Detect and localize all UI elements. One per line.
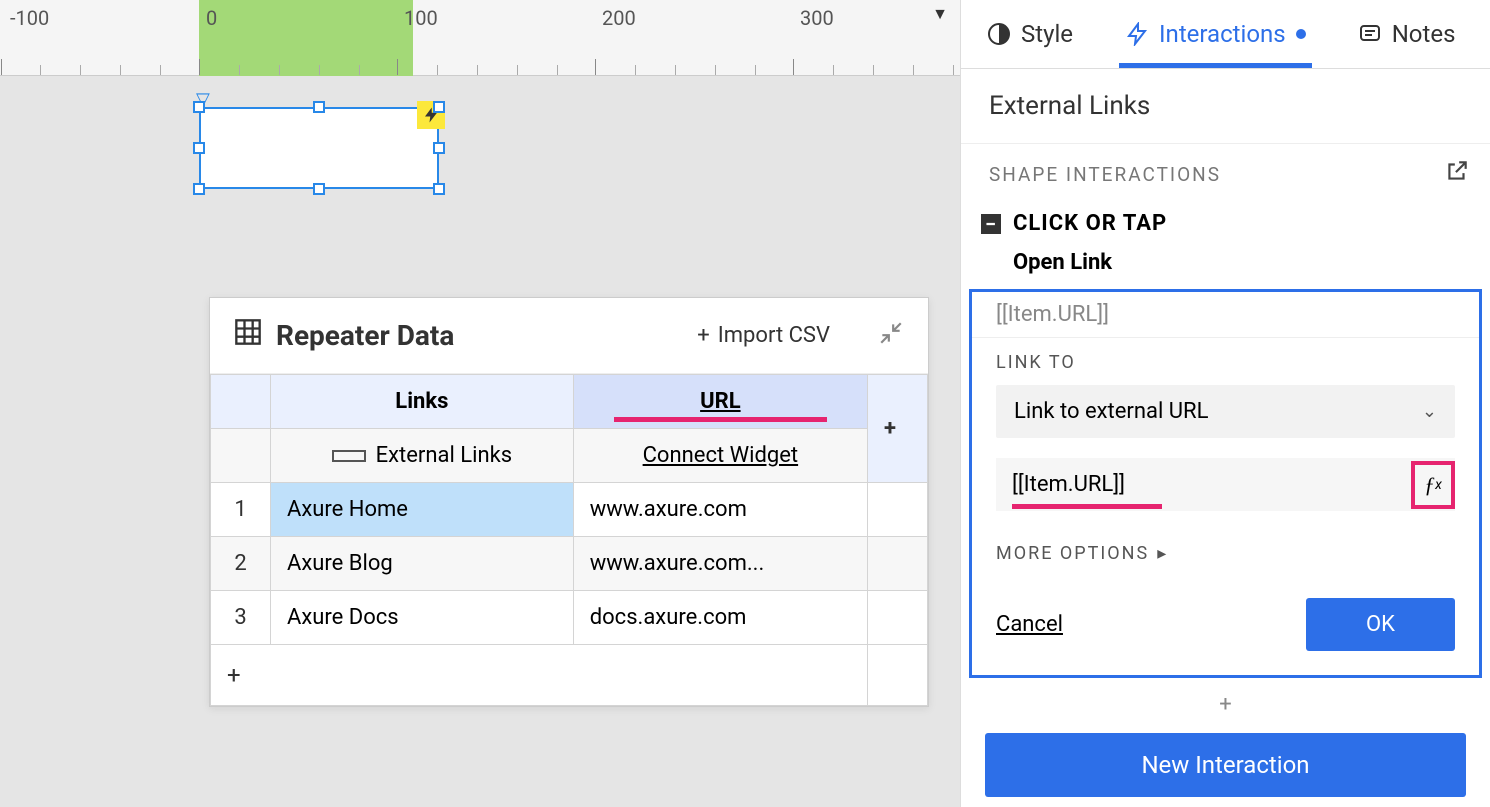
ruler: -100 0 100 200 300 (0, 0, 960, 76)
cancel-button[interactable]: Cancel (996, 612, 1063, 637)
empty-cell (868, 591, 928, 645)
tab-style[interactable]: Style (981, 0, 1079, 68)
ruler-tick-label: 100 (404, 6, 438, 30)
resize-handle[interactable] (433, 142, 445, 154)
ruler-tick-label: 0 (206, 6, 217, 30)
add-row-button[interactable]: + (211, 645, 868, 706)
canvas-menu-dropdown-icon[interactable]: ▼ (932, 4, 948, 24)
highlight-underline (614, 417, 827, 422)
highlight-underline (1012, 504, 1162, 509)
more-options-label: MORE OPTIONS (996, 543, 1149, 564)
panel-tabs: Style Interactions Notes (961, 0, 1490, 69)
shape-interactions-label: SHAPE INTERACTIONS (989, 163, 1221, 186)
chevron-down-icon: ⌄ (1422, 401, 1437, 422)
row-number[interactable]: 2 (211, 537, 271, 591)
resize-handle[interactable] (193, 142, 205, 154)
row-number[interactable]: 3 (211, 591, 271, 645)
add-action-button[interactable]: + (961, 686, 1490, 723)
action-open-link[interactable]: Open Link (961, 242, 1490, 283)
tab-interactions-label: Interactions (1159, 20, 1286, 48)
cell-url[interactable]: docs.axure.com (573, 591, 867, 645)
inspector-panel: Style Interactions Notes External Links … (960, 0, 1490, 807)
link-to-label: LINK TO (972, 338, 1479, 379)
empty-cell (868, 645, 928, 706)
resize-handle[interactable] (193, 183, 205, 195)
collapse-icon[interactable] (878, 320, 904, 352)
action-summary: [[Item.URL]] (972, 292, 1479, 338)
action-editor: [[Item.URL]] LINK TO Link to external UR… (969, 289, 1482, 678)
event-label: CLICK OR TAP (1013, 211, 1167, 236)
canvas-area: -100 0 100 200 300 ▼ ▽ (0, 0, 960, 807)
tab-style-label: Style (1021, 20, 1073, 48)
empty-cell (868, 483, 928, 537)
row-number[interactable]: 1 (211, 483, 271, 537)
more-options-toggle[interactable]: MORE OPTIONS ▸ (972, 519, 1479, 572)
link-to-value: Link to external URL (1014, 399, 1208, 424)
ruler-tick-label: 300 (800, 6, 834, 30)
repeater-title: Repeater Data (234, 318, 454, 353)
column-header-url[interactable]: URL (573, 375, 867, 429)
ok-button[interactable]: OK (1306, 598, 1455, 651)
connect-widget-button[interactable]: Connect Widget (573, 429, 867, 483)
ruler-tick-label: -100 (10, 6, 49, 30)
resize-handle[interactable] (193, 101, 205, 113)
link-to-select[interactable]: Link to external URL ⌄ (996, 385, 1455, 438)
resize-handle[interactable] (313, 101, 325, 113)
table-corner (211, 375, 271, 429)
cell-url[interactable]: www.axure.com... (573, 537, 867, 591)
cell-links[interactable]: Axure Docs (271, 591, 574, 645)
widget-name-title: External Links (961, 69, 1490, 144)
grid-icon (234, 318, 262, 353)
plus-icon: + (697, 323, 709, 348)
tab-interactions[interactable]: Interactions (1119, 0, 1312, 68)
collapse-event-icon[interactable]: − (981, 214, 1001, 234)
tab-notes-label: Notes (1392, 20, 1456, 48)
resize-handle[interactable] (313, 183, 325, 195)
widget-binding-links[interactable]: External Links (271, 429, 574, 483)
cell-links[interactable]: Axure Blog (271, 537, 574, 591)
fx-button[interactable]: ƒx (1411, 461, 1455, 509)
chevron-right-icon: ▸ (1157, 543, 1168, 564)
selected-widget[interactable]: ▽ (199, 107, 439, 189)
add-column-button[interactable]: + (868, 375, 928, 483)
import-csv-label: Import CSV (718, 323, 830, 348)
tab-notes[interactable]: Notes (1352, 0, 1462, 68)
cell-links[interactable]: Axure Home (271, 483, 574, 537)
resize-handle[interactable] (433, 101, 445, 113)
import-csv-button[interactable]: + Import CSV (697, 323, 830, 348)
cell-url[interactable]: www.axure.com (573, 483, 867, 537)
ruler-tick-label: 200 (602, 6, 636, 30)
event-click-or-tap[interactable]: − CLICK OR TAP (961, 205, 1490, 242)
active-indicator-dot-icon (1296, 29, 1306, 39)
repeater-data-panel: Repeater Data + Import CSV Links URL + E… (209, 297, 929, 707)
table-corner (211, 429, 271, 483)
widget-rectangle[interactable] (199, 107, 439, 189)
new-interaction-button[interactable]: New Interaction (985, 733, 1466, 797)
column-header-links[interactable]: Links (271, 375, 574, 429)
repeater-table: Links URL + External Links Connect Widge… (210, 374, 928, 706)
empty-cell (868, 537, 928, 591)
rectangle-icon (332, 450, 366, 462)
popout-icon[interactable] (1444, 158, 1470, 191)
ruler-selection (199, 0, 413, 76)
resize-handle[interactable] (433, 183, 445, 195)
repeater-title-text: Repeater Data (276, 319, 454, 352)
